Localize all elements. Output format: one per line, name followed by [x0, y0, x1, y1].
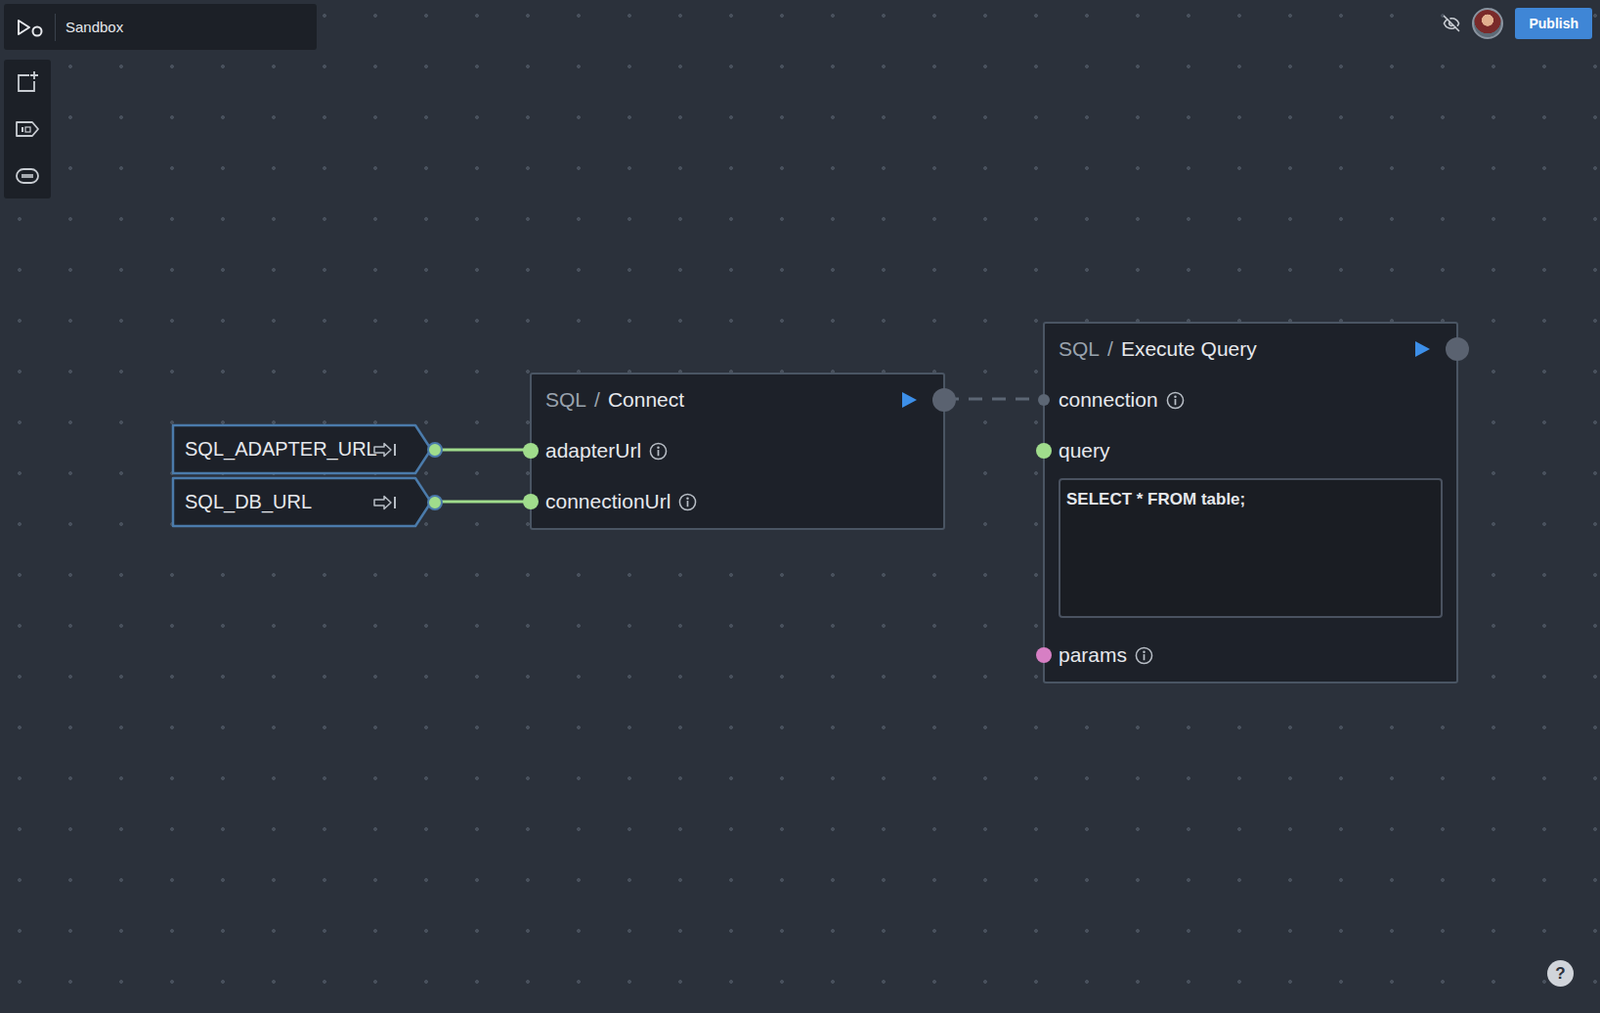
node-title: Connect	[607, 388, 685, 412]
output-port[interactable]	[1445, 337, 1470, 361]
info-icon[interactable]	[1134, 646, 1154, 665]
port-label: connection	[1058, 388, 1159, 412]
add-frame-icon	[14, 69, 41, 95]
data-edge[interactable]	[434, 448, 530, 452]
input-port[interactable]	[522, 493, 539, 510]
user-avatar[interactable]	[1471, 7, 1504, 40]
eye-off-icon[interactable]	[1442, 14, 1461, 33]
node-title: Execute Query	[1121, 337, 1257, 361]
divider	[54, 13, 56, 42]
output-port[interactable]	[932, 388, 956, 412]
visibility-toggle[interactable]	[1442, 14, 1461, 33]
info-icon[interactable]	[1166, 390, 1185, 410]
info-icon[interactable]	[648, 441, 668, 461]
publish-button[interactable]: Publish	[1514, 7, 1593, 40]
output-arrow-icon	[372, 441, 398, 458]
input-group: SQL_ADAPTER_URL SQL_DB_URL	[171, 423, 435, 528]
play-icon[interactable]	[1413, 340, 1431, 358]
port-row: adapterUrl	[531, 425, 944, 476]
node-category: SQL	[545, 388, 587, 412]
query-field[interactable]: SELECT * FROM table;	[1058, 477, 1443, 618]
side-toolbar	[3, 59, 51, 199]
data-edge[interactable]	[434, 500, 530, 504]
info-icon[interactable]	[678, 492, 697, 512]
header-actions: Publish	[1442, 7, 1593, 40]
input-name[interactable]: SQL_ADAPTER_URL	[184, 437, 378, 461]
output-port[interactable]	[427, 494, 443, 511]
input-port[interactable]	[1037, 393, 1050, 406]
help-button[interactable]: ?	[1547, 959, 1574, 987]
workspace-bar: Sandbox	[3, 3, 317, 50]
logo-icon[interactable]	[15, 16, 45, 39]
output-tag-icon	[14, 166, 41, 186]
output-port[interactable]	[427, 441, 443, 458]
port-row: connectionUrl	[531, 475, 944, 527]
node-separator: /	[1107, 337, 1114, 361]
input-tag-icon	[14, 119, 41, 139]
input-port[interactable]	[522, 442, 539, 459]
input-node[interactable]: SQL_ADAPTER_URL	[171, 423, 435, 476]
node-header[interactable]: SQL / Execute Query	[1044, 323, 1457, 375]
input-port[interactable]	[1036, 647, 1052, 663]
port-label: params	[1058, 643, 1127, 667]
node-card[interactable]: SQL /Connect adapterUrl connectionUrl	[529, 372, 946, 530]
play-icon[interactable]	[900, 390, 918, 409]
port-label: connectionUrl	[545, 489, 671, 514]
input-port[interactable]	[1036, 442, 1052, 459]
add-output-button[interactable]	[10, 159, 44, 193]
node-header[interactable]: SQL /Connect	[531, 374, 944, 426]
port-label: query	[1058, 438, 1111, 463]
node-card[interactable]: SQL / Execute Query connection query SELECT *…	[1042, 321, 1459, 684]
port-row: connection	[1044, 374, 1457, 426]
input-name[interactable]: SQL_DB_URL	[184, 490, 312, 514]
port-row: params	[1044, 629, 1457, 681]
node-category: SQL	[1058, 337, 1100, 361]
node-separator: /	[594, 388, 601, 412]
port-label: adapterUrl	[545, 438, 642, 463]
output-arrow-icon	[372, 494, 398, 511]
input-node[interactable]: SQL_DB_URL	[171, 475, 435, 528]
control-edge[interactable]	[945, 397, 1043, 401]
port-row: query	[1044, 425, 1457, 476]
add-input-button[interactable]	[10, 112, 44, 146]
workspace-title[interactable]: Sandbox	[65, 18, 124, 36]
canvas[interactable]: SandboxPublishSQL_ADAPTER_URLSQL_DB_URLS…	[0, 0, 1600, 1013]
add-node-button[interactable]	[10, 65, 44, 99]
